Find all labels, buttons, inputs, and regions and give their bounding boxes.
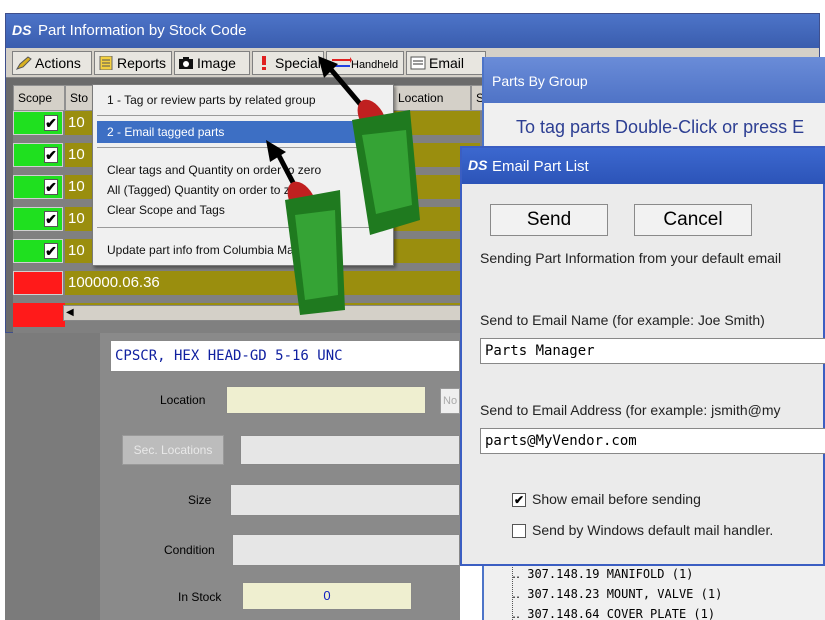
camera-icon — [179, 57, 193, 69]
scope-cell-partial — [13, 303, 65, 327]
tree-item[interactable]: ‥ 307.148.64 COVER PLATE (1) — [512, 607, 715, 620]
scope-cell[interactable]: ✔ — [13, 143, 63, 167]
email-name-field[interactable]: Parts Manager — [480, 338, 825, 364]
check-icon[interactable]: ✔ — [44, 147, 58, 163]
email-button[interactable]: Email — [406, 51, 486, 75]
menu-separator — [97, 147, 391, 148]
handheld-label: Handheld — [351, 59, 399, 71]
menu-separator — [97, 227, 391, 228]
email-address-field[interactable]: parts@MyVendor.com — [480, 428, 825, 454]
scope-cell[interactable]: ✔ — [13, 111, 63, 135]
sec-locations-button[interactable]: Sec. Locations — [122, 435, 224, 465]
location-label: Location — [160, 393, 206, 407]
scroll-left-icon[interactable]: ◀ — [66, 307, 78, 319]
parts-by-group-title-bar[interactable]: Parts By Group — [484, 57, 825, 103]
menu-item-tag-review[interactable]: 1 - Tag or review parts by related group — [97, 89, 391, 111]
stock-cell[interactable]: 100000.06.36 — [65, 271, 480, 295]
document-icon — [99, 56, 113, 70]
description-field[interactable]: CPSCR, HEX HEAD-GD 5-16 UNC — [110, 340, 460, 372]
menu-item-all-qty-zero[interactable]: All (Tagged) Quantity on order to zero — [97, 179, 391, 201]
grid-header-location[interactable]: Location — [393, 85, 471, 111]
parts-by-group-title: Parts By Group — [492, 73, 588, 89]
tree-item-label: 307.148.64 COVER PLATE (1) — [527, 607, 716, 620]
menu-item-clear-tags-qty[interactable]: Clear tags and Quantity on order to zero — [97, 159, 391, 181]
special-label: Special — [275, 55, 321, 71]
in-stock-field[interactable]: 0 — [242, 582, 412, 610]
special-button[interactable]: Special — [252, 51, 324, 75]
actions-button[interactable]: Actions — [12, 51, 92, 75]
list-icon — [410, 56, 426, 70]
grid-header-scope[interactable]: Scope — [13, 85, 65, 111]
check-icon[interactable]: ✔ — [44, 115, 58, 131]
main-title-bar[interactable]: DS Part Information by Stock Code — [6, 14, 819, 48]
location-field[interactable] — [226, 386, 426, 414]
send-button[interactable]: Send — [490, 204, 608, 236]
handheld-arrows-icon — [330, 57, 352, 69]
condition-field[interactable] — [232, 534, 460, 566]
sec-locations-field[interactable] — [240, 435, 460, 465]
sending-info-text: Sending Part Information from your defau… — [480, 250, 782, 266]
image-button[interactable]: Image — [174, 51, 250, 75]
scope-cell[interactable]: ✔ — [13, 207, 63, 231]
email-dialog-title-bar[interactable]: DS Email Part List — [462, 148, 825, 184]
scope-cell[interactable]: ✔ — [13, 239, 63, 263]
parts-by-group-hint: To tag parts Double-Click or press E — [516, 117, 805, 137]
check-icon[interactable]: ✔ — [44, 211, 58, 227]
handheld-button[interactable]: Handheld — [326, 51, 404, 75]
tree-item-label: 307.148.19 MANIFOLD (1) — [527, 567, 694, 581]
email-label: Email — [429, 55, 465, 71]
condition-label: Condition — [164, 543, 215, 557]
tree-item[interactable]: ‥ 307.148.19 MANIFOLD (1) — [512, 567, 693, 581]
window-title: Part Information by Stock Code — [38, 22, 247, 39]
check-icon[interactable]: ✔ — [44, 179, 58, 195]
app-logo: DS — [12, 22, 32, 38]
pencil-icon — [16, 56, 32, 70]
reports-button[interactable]: Reports — [94, 51, 172, 75]
check-icon[interactable]: ✔ — [44, 243, 58, 259]
scope-cell[interactable]: ✔ — [13, 175, 63, 199]
email-name-label: Send to Email Name (for example: Joe Smi… — [480, 312, 765, 328]
menu-separator — [97, 115, 391, 116]
cancel-button[interactable]: Cancel — [634, 204, 752, 236]
size-label: Size — [188, 493, 212, 507]
show-before-sending-checkbox[interactable]: ✔ — [512, 493, 526, 507]
detail-form — [100, 333, 460, 620]
menu-item-clear-scope[interactable]: Clear Scope and Tags — [97, 199, 391, 221]
exclamation-icon — [262, 56, 266, 70]
menu-item-update-part-info[interactable]: Update part info from Columbia Machine I… — [97, 239, 391, 261]
tree-item-label: 307.148.23 MOUNT, VALVE (1) — [527, 587, 723, 601]
show-before-sending-label: Show email before sending — [532, 491, 701, 507]
email-dialog-title: Email Part List — [492, 158, 589, 175]
default-mail-handler-label: Send by Windows default mail handler. — [532, 522, 774, 538]
reports-label: Reports — [117, 55, 167, 71]
email-address-label: Send to Email Address (for example: jsmi… — [480, 402, 781, 418]
menu-item-email-tagged[interactable]: 2 - Email tagged parts — [97, 121, 391, 143]
default-mail-handler-checkbox[interactable] — [512, 524, 526, 538]
in-stock-label: In Stock — [178, 590, 222, 604]
scope-cell[interactable] — [13, 271, 63, 295]
tree-item[interactable]: ‥ 307.148.23 MOUNT, VALVE (1) — [512, 587, 722, 601]
horizontal-scrollbar[interactable]: ◀ — [63, 305, 483, 321]
special-dropdown-menu: 1 - Tag or review parts by related group… — [92, 84, 394, 266]
image-label: Image — [197, 55, 236, 71]
no-field[interactable]: No — [440, 388, 460, 414]
actions-label: Actions — [35, 55, 81, 71]
app-logo: DS — [468, 157, 488, 173]
size-field[interactable] — [230, 484, 460, 516]
email-part-list-dialog: DS Email Part List Send Cancel Sending P… — [460, 146, 825, 566]
